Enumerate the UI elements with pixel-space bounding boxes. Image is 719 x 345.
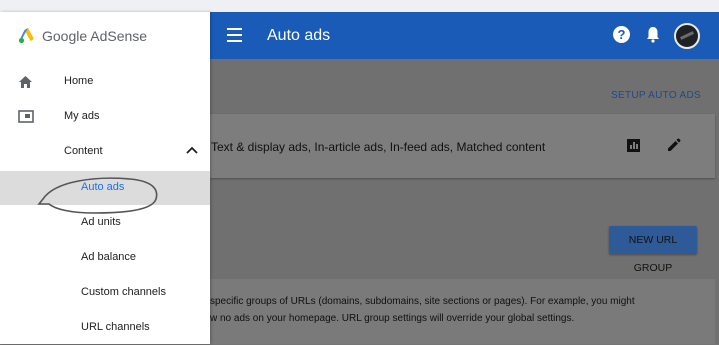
sidebar-item-label: My ads xyxy=(64,110,100,122)
page-title: Auto ads xyxy=(267,27,331,44)
sidebar-item-label: Custom channels xyxy=(81,286,166,298)
sidebar-item-home[interactable]: Home xyxy=(0,65,210,99)
highlight-scribble xyxy=(37,177,158,214)
account-avatar[interactable] xyxy=(674,23,700,49)
setup-auto-ads-link[interactable]: SETUP AUTO ADS xyxy=(611,90,701,101)
global-settings-card: Text & display ads, In-article ads, In-f… xyxy=(210,114,715,178)
chevron-up-icon[interactable] xyxy=(186,146,198,154)
url-groups-panel: specific groups of URLs (domains, subdom… xyxy=(210,279,715,344)
url-groups-info-line-2: w no ads on your homepage. URL group set… xyxy=(210,313,575,324)
adsense-brand-name: Google AdSense xyxy=(42,28,148,44)
edit-pencil-icon[interactable] xyxy=(666,137,682,153)
new-url-group-button[interactable]: NEW URL GROUP xyxy=(609,226,697,274)
sidebar-item-custom-channels[interactable]: Custom channels xyxy=(0,276,210,310)
sidebar-item-label: Content xyxy=(64,145,103,157)
sidebar-item-label: Ad units xyxy=(81,216,121,228)
report-chart-icon[interactable] xyxy=(627,139,640,152)
sidebar-item-content[interactable]: Content xyxy=(0,135,210,169)
sidebar-item-label: Ad balance xyxy=(81,251,137,263)
sidebar: Google AdSense Home My ads Content Auto … xyxy=(0,12,210,344)
sidebar-item-url-channels[interactable]: URL channels xyxy=(0,311,210,345)
my-ads-icon xyxy=(18,110,34,123)
notifications-bell-icon[interactable] xyxy=(646,26,660,43)
help-icon[interactable]: ? xyxy=(613,26,630,43)
ad-types-text: Text & display ads, In-article ads, In-f… xyxy=(211,140,546,154)
adsense-logo: Google AdSense xyxy=(18,27,147,45)
main-content: SETUP AUTO ADS Text & display ads, In-ar… xyxy=(210,59,719,344)
url-groups-info-line-1: specific groups of URLs (domains, subdom… xyxy=(210,296,635,307)
adsense-logo-icon xyxy=(18,28,34,44)
hamburger-menu-icon[interactable] xyxy=(227,28,242,42)
home-icon xyxy=(19,76,32,88)
sidebar-item-label: URL channels xyxy=(81,321,150,333)
app-bar: Auto ads ? xyxy=(210,12,719,59)
sidebar-item-label: Home xyxy=(64,75,94,87)
sidebar-item-my-ads[interactable]: My ads xyxy=(0,100,210,134)
sidebar-item-ad-balance[interactable]: Ad balance xyxy=(0,241,210,275)
